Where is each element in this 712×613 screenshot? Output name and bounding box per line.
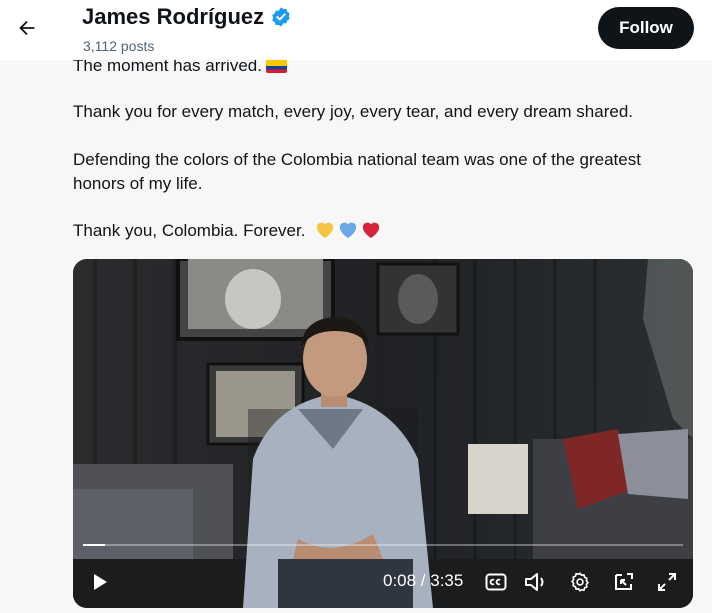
profile-name[interactable]: James Rodríguez	[82, 4, 264, 30]
gear-icon	[571, 572, 589, 592]
captions-button[interactable]	[483, 569, 509, 595]
follow-button[interactable]: Follow	[598, 7, 694, 49]
volume-icon	[525, 573, 544, 591]
hearts	[314, 219, 382, 239]
settings-button[interactable]	[567, 569, 593, 595]
popout-button[interactable]	[611, 569, 637, 595]
yellow-heart-icon	[317, 222, 334, 239]
tweet-line-4: Thank you, Colombia. Forever.	[73, 219, 703, 243]
back-button[interactable]	[8, 9, 46, 47]
blue-heart-icon	[340, 222, 357, 239]
video-progress-fill	[83, 544, 106, 546]
pip-icon	[615, 573, 633, 590]
fullscreen-icon	[658, 573, 676, 591]
post-count: 3,112 posts	[83, 38, 155, 54]
arrow-left-icon	[19, 20, 35, 36]
verified-badge-icon	[270, 6, 292, 28]
closed-captions-icon	[485, 573, 507, 591]
profile-header: James Rodríguez 3,112 posts Follow	[0, 0, 712, 60]
play-button[interactable]	[87, 569, 113, 595]
fullscreen-button[interactable]	[654, 569, 680, 595]
colombia-flag-icon	[265, 59, 287, 73]
red-heart-icon	[363, 222, 380, 239]
name-row: James Rodríguez	[82, 4, 292, 30]
video-time: 0:08 / 3:35	[383, 571, 464, 590]
tweet-line-4-text: Thank you, Colombia. Forever.	[73, 221, 306, 240]
play-icon	[94, 574, 107, 590]
tweet-line-2: Thank you for every match, every joy, ev…	[73, 102, 633, 121]
video-frame	[73, 259, 693, 608]
volume-button[interactable]	[522, 569, 550, 595]
tweet-line-3: Defending the colors of the Colombia nat…	[73, 150, 641, 193]
video-player[interactable]: 0:08 / 3:35	[73, 259, 693, 608]
video-progress-bar[interactable]	[83, 544, 683, 546]
video-controls: 0:08 / 3:35	[73, 559, 693, 603]
